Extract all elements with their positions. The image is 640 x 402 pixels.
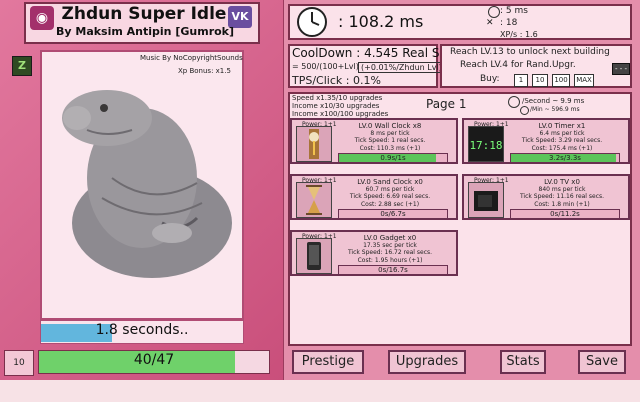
- min-clock-icon: [520, 106, 529, 115]
- item-speed: Tick Speed: 3.29 real secs.: [521, 137, 603, 144]
- timer-text: 1.8 seconds..: [95, 322, 189, 338]
- second-clock-icon: [508, 96, 520, 108]
- digital-timer-icon: 17:18: [468, 126, 504, 162]
- item-per-tick: 17.35 sec per tick: [363, 242, 417, 249]
- item-level: LV.0 Gadget x0: [363, 234, 417, 242]
- bonus-income-30: Income x10/30 upgrades: [292, 102, 380, 110]
- item-progress-label: 0s/11.2s: [550, 210, 580, 218]
- xp-bonus-label: Xp Bonus: x1.5: [178, 67, 231, 75]
- item-per-tick: 60.7 ms per tick: [365, 186, 415, 193]
- item-level: LV.0 Sand Clock x0: [357, 178, 423, 186]
- buy-10-button[interactable]: 10: [532, 74, 548, 87]
- bonus-income-100: Income x100/100 upgrades: [292, 110, 389, 118]
- item-speed: Tick Speed: 16.72 real secs.: [347, 249, 433, 256]
- reach-building-text: Reach LV.13 to unlock next building: [450, 47, 610, 57]
- item-progress-label: 0.9s/1s: [380, 154, 406, 162]
- cooldown-text: CoolDown : 4.545 Real Sec.: [292, 46, 458, 60]
- item-progress-label: 0s/6.7s: [380, 210, 406, 218]
- reach-upgrade-text: Reach LV.4 for Rand.Upgr.: [460, 60, 576, 70]
- bottom-strip: [0, 380, 640, 402]
- item-cost: Cost: 110.3 ms (+1): [359, 145, 421, 152]
- app-author: By Maksim Antipin [Gumrok]: [55, 25, 235, 38]
- item-cost: Cost: 1.8 min (+1): [534, 201, 590, 208]
- save-button[interactable]: Save: [578, 350, 626, 374]
- item-speed: Tick Speed: 6.69 real secs.: [349, 193, 431, 200]
- item-card-gadget[interactable]: Power: 1+1 LV.0 Gadget x0 17.35 sec per …: [290, 230, 458, 276]
- tv-icon: [468, 182, 504, 218]
- item-level: LV.0 Wall Clock x8: [358, 122, 422, 130]
- hourglass-icon: [296, 182, 332, 218]
- item-progress-label: 3.2s/3.3s: [549, 154, 581, 162]
- item-speed: Tick Speed: 1 real secs.: [354, 137, 426, 144]
- xp-per-sec: XP/s : 1.6: [500, 30, 538, 39]
- svg-text:17:18: 17:18: [469, 139, 502, 152]
- item-level: LV.0 TV x0: [544, 178, 580, 186]
- small-clock-icon: [488, 6, 500, 18]
- item-cost: Cost: 2.88 sec (+1): [360, 201, 420, 208]
- item-card-sand-clock[interactable]: Power: 1+1 LV.0 Sand Clock x0 60.7 ms pe…: [290, 174, 458, 220]
- phone-icon: [296, 238, 332, 274]
- item-card-tv[interactable]: Power: 1+1 LV.0 TV x0 840 ms per tick Ti…: [462, 174, 630, 220]
- clock-icon: [297, 7, 327, 37]
- stat-b: : 18: [500, 18, 518, 28]
- tick-value: : 108.2 ms: [338, 12, 424, 31]
- xp-text: 40/47: [133, 352, 175, 368]
- buy-max-button[interactable]: MAX: [574, 74, 594, 87]
- buy-100-button[interactable]: 100: [552, 74, 570, 87]
- bonus-speed: Speed x1.35/10 upgrades: [292, 94, 383, 102]
- zhdun-creature-image[interactable]: [52, 78, 242, 278]
- item-progress-label: 0s/16.7s: [378, 266, 408, 274]
- item-per-tick: 8 ms per tick: [370, 130, 410, 137]
- tps-text: TPS/Click : 0.1%: [292, 74, 381, 87]
- cooldown-formula: = 500/(100+Lvl): [292, 62, 359, 71]
- item-card-timer[interactable]: Power: 1+1 17:18 LV.0 Timer x1 6.4 ms pe…: [462, 118, 630, 164]
- ambient-z-icon[interactable]: Z: [12, 56, 32, 76]
- upgrades-button[interactable]: Upgrades: [388, 350, 466, 374]
- prestige-button[interactable]: Prestige: [292, 350, 364, 374]
- stats-button[interactable]: Stats: [500, 350, 546, 374]
- page-label: Page 1: [426, 97, 467, 111]
- per-min-label: /Min ~ 596.9 ms: [530, 106, 580, 113]
- buy-more-button[interactable]: - - -: [612, 63, 630, 75]
- item-cost: Cost: 1.95 hours (+1): [357, 257, 423, 264]
- buy-label: Buy:: [480, 74, 500, 84]
- item-speed: Tick Speed: 11.16 real secs.: [519, 193, 605, 200]
- cooldown-bonus: (+0.01%/Zhdun Lvl): [358, 62, 445, 73]
- cross-icon: ✕: [486, 18, 494, 28]
- item-cost: Cost: 175.4 ms (+1): [531, 145, 593, 152]
- item-per-tick: 6.4 ms per tick: [539, 130, 585, 137]
- per-second-label: /Second ~ 9.9 ms: [522, 97, 585, 105]
- app-title: Zhdun Super Idle: [61, 4, 227, 24]
- stat-a: : 5 ms: [500, 6, 528, 16]
- item-level: LV.0 Timer x1: [538, 122, 586, 130]
- wall-clock-icon: [296, 126, 332, 162]
- item-per-tick: 840 ms per tick: [538, 186, 586, 193]
- item-card-wall-clock[interactable]: Power: 1+1 LV.0 Wall Clock x8 8 ms per t…: [290, 118, 458, 164]
- buy-1-button[interactable]: 1: [514, 74, 528, 87]
- level-badge: 10: [4, 350, 34, 376]
- music-credit: Music By NoCopyrightSounds: [140, 54, 243, 62]
